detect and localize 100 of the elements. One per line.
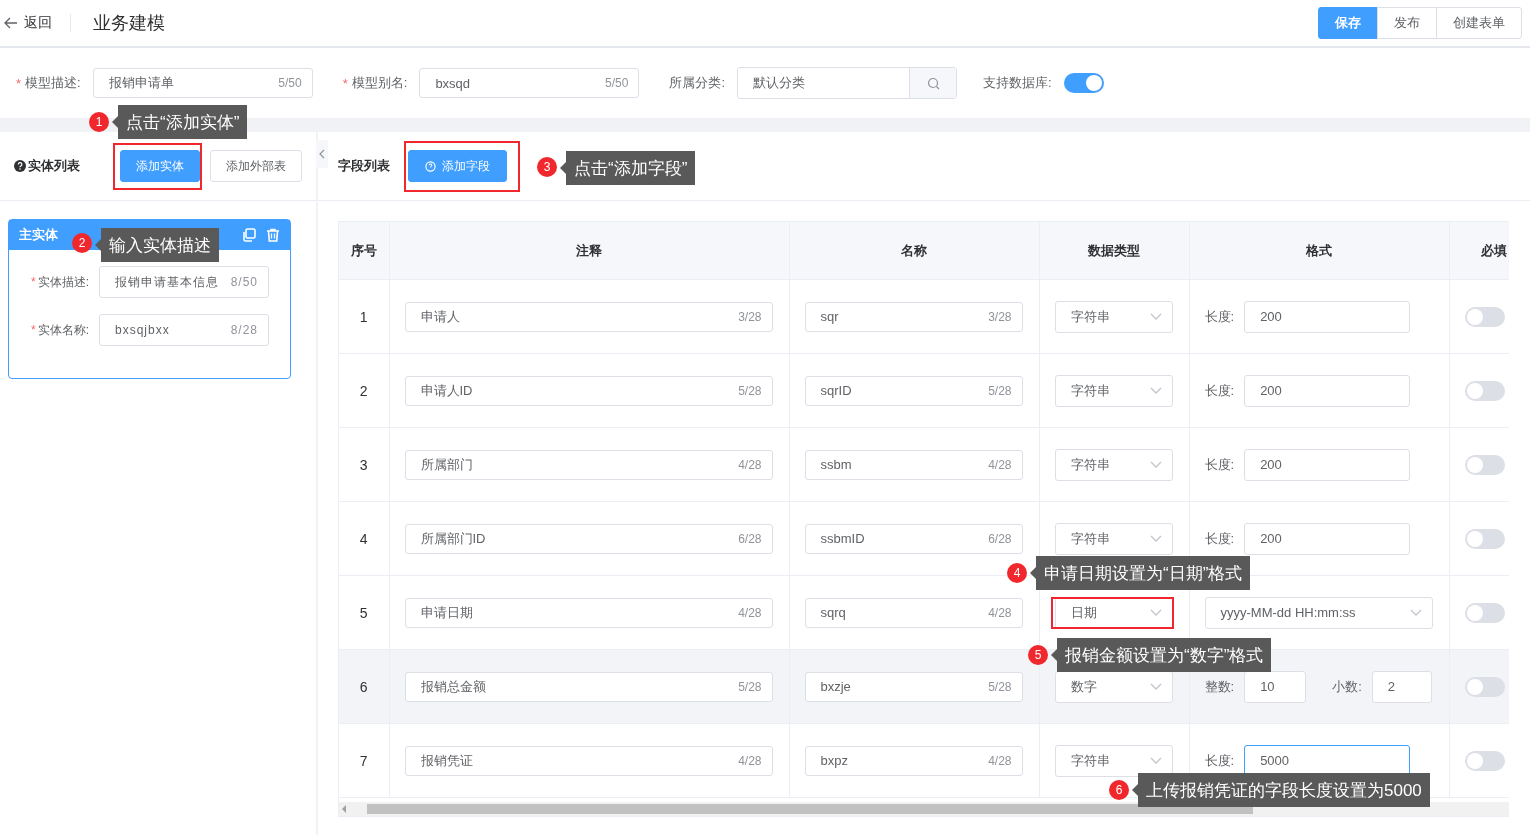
help-icon [14, 160, 26, 172]
callout: 点击“添加字段” [560, 151, 696, 185]
length-field[interactable]: 200 [1244, 522, 1411, 555]
callout: 点击“添加实体” [112, 105, 248, 139]
field-label: 所属分类: [669, 74, 725, 92]
chevron-down-icon [1149, 386, 1162, 395]
chevron-left-icon [319, 149, 325, 159]
text-field[interactable]: bxpz 4/28 [804, 745, 1023, 776]
required-switch[interactable] [1464, 676, 1505, 697]
category-field[interactable]: 默认分类 [737, 67, 957, 99]
type-select[interactable]: 字符串 [1054, 374, 1173, 407]
column-header: 序号 [339, 222, 389, 280]
table-row[interactable]: 3 所属部门 4/28 ssbm 4/28 字符串 长度: 200 [339, 427, 1509, 502]
length-field[interactable]: 200 [1244, 448, 1411, 481]
text-field[interactable]: 申请人ID 5/28 [404, 375, 773, 406]
text-field[interactable]: bxzje 5/28 [804, 671, 1023, 702]
column-header: 注释 [389, 222, 789, 280]
search-icon[interactable] [926, 76, 940, 90]
type-select[interactable]: 字符串 [1054, 744, 1173, 777]
back-link[interactable]: 返回 [4, 14, 71, 32]
copy-icon[interactable] [242, 228, 256, 242]
required-switch[interactable] [1464, 380, 1505, 401]
required-mark: * [31, 275, 36, 289]
arrow-left-icon [4, 17, 18, 29]
row-number: 4 [339, 501, 389, 576]
field-label: 支持数据库: [983, 74, 1052, 92]
scroll-left-icon[interactable] [341, 805, 347, 813]
type-select[interactable]: 字符串 [1054, 448, 1173, 481]
chevron-down-icon [1149, 312, 1162, 321]
required-mark: * [31, 323, 36, 337]
length-label: 长度: [1204, 455, 1235, 474]
text-field[interactable]: 报销凭证 4/28 [404, 745, 773, 776]
type-select[interactable]: 字符串 [1054, 300, 1173, 333]
text-field[interactable]: 报销申请基本信息 8/50 [99, 266, 269, 298]
text-field[interactable]: 所属部门ID 6/28 [404, 523, 773, 554]
chevron-down-icon [1149, 608, 1162, 617]
field-label: 实体名称: [37, 321, 89, 339]
column-header: 格式 [1189, 222, 1449, 280]
entity-title: 主实体 [19, 226, 58, 244]
decimal-label: 小数: [1332, 677, 1362, 696]
chevron-down-icon [1149, 682, 1162, 691]
row-number: 6 [339, 649, 389, 724]
callout: 申请日期设置为“日期”格式 [1030, 556, 1251, 590]
row-number: 2 [339, 353, 389, 428]
add-button[interactable]: 添加外部表 [210, 150, 302, 182]
action-button[interactable]: 发布 [1377, 7, 1437, 39]
text-field[interactable]: bxsqjbxx 8/28 [99, 314, 269, 346]
table-row[interactable]: 2 申请人ID 5/28 sqrID 5/28 字符串 长度: 200 [339, 353, 1509, 428]
type-select[interactable]: 字符串 [1054, 522, 1173, 555]
chevron-down-icon [1149, 756, 1162, 765]
length-label: 长度: [1204, 307, 1235, 326]
text-field[interactable]: 所属部门 4/28 [404, 449, 773, 480]
action-button[interactable]: 创建表单 [1436, 7, 1522, 39]
text-field[interactable]: sqrID 5/28 [804, 375, 1023, 406]
row-number: 5 [339, 575, 389, 650]
database-switch[interactable] [1063, 73, 1104, 93]
format-select[interactable]: yyyy-MM-dd HH:mm:ss [1204, 596, 1433, 629]
text-field[interactable]: ssbm 4/28 [804, 449, 1023, 480]
type-select[interactable]: 日期 [1054, 596, 1173, 629]
required-mark: * [342, 75, 348, 91]
decimal-field[interactable]: 2 [1371, 670, 1432, 703]
text-field[interactable]: 申请人 3/28 [404, 301, 773, 332]
length-field[interactable]: 200 [1244, 374, 1411, 407]
callout: 报销金额设置为“数字”格式 [1051, 638, 1272, 672]
field-label: 模型描述: [25, 74, 81, 92]
callout: 上传报销凭证的字段长度设置为5000 [1132, 773, 1430, 807]
text-field[interactable]: sqrq 4/28 [804, 597, 1023, 628]
type-select[interactable]: 数字 [1054, 670, 1173, 703]
required-switch[interactable] [1464, 602, 1505, 623]
chevron-down-icon [1149, 460, 1162, 469]
text-field[interactable]: sqr 3/28 [804, 301, 1023, 332]
chevron-down-icon [1149, 534, 1162, 543]
page-title: 业务建模 [93, 12, 166, 35]
required-mark: * [16, 75, 22, 91]
callout: 输入实体描述 [95, 228, 219, 262]
delete-icon[interactable] [266, 228, 280, 242]
integer-label: 整数: [1204, 677, 1235, 696]
field-label: 实体描述: [37, 273, 89, 291]
text-field[interactable]: 申请日期 4/28 [404, 597, 773, 628]
horizontal-scrollbar[interactable] [339, 802, 1509, 816]
table-row[interactable]: 1 申请人 3/28 sqr 3/28 字符串 长度: 200 [339, 279, 1509, 354]
column-header: 数据类型 [1039, 222, 1189, 280]
text-field[interactable]: ssbmID 6/28 [804, 523, 1023, 554]
length-field[interactable]: 200 [1244, 300, 1411, 333]
required-switch[interactable] [1464, 306, 1505, 327]
row-number: 7 [339, 723, 389, 798]
required-switch[interactable] [1464, 454, 1505, 475]
chevron-down-icon [1409, 608, 1422, 617]
row-number: 3 [339, 427, 389, 502]
panel-title: 字段列表 [338, 157, 390, 175]
panel-title: 实体列表 [28, 157, 80, 175]
collapse-handle[interactable] [316, 140, 328, 168]
text-field[interactable]: bxsqd 5/50 [419, 68, 640, 98]
length-label: 长度: [1204, 529, 1235, 548]
required-switch[interactable] [1464, 750, 1505, 771]
text-field[interactable]: 报销总金额 5/28 [404, 671, 773, 702]
integer-field[interactable]: 10 [1244, 670, 1307, 703]
text-field[interactable]: 报销申请单 5/50 [92, 68, 313, 98]
length-label: 长度: [1204, 381, 1235, 400]
required-switch[interactable] [1464, 528, 1505, 549]
